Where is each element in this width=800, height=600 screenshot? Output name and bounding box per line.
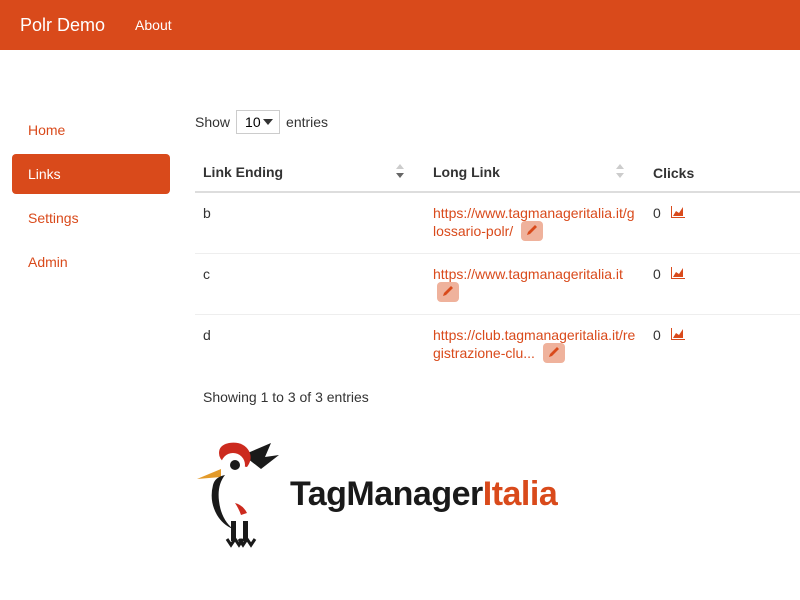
show-prefix: Show xyxy=(195,114,230,130)
show-suffix: entries xyxy=(286,114,328,130)
chart-icon xyxy=(671,327,685,343)
long-link-anchor[interactable]: https://www.tagmanageritalia.it xyxy=(433,266,623,282)
pencil-icon xyxy=(548,345,560,361)
footer-logo: TagManagerItalia xyxy=(195,419,800,549)
col-clicks[interactable]: Clicks xyxy=(645,154,800,192)
table-row: c https://www.tagmanageritalia.it 0 xyxy=(195,254,800,315)
logo-part2: Italia xyxy=(483,475,557,513)
sort-icon xyxy=(615,164,625,181)
sidebar-item-settings[interactable]: Settings xyxy=(12,198,170,238)
cell-long-link: https://club.tagmanageritalia.it/registr… xyxy=(425,315,645,376)
col-long-link[interactable]: Long Link xyxy=(425,154,645,192)
stats-button[interactable] xyxy=(671,327,685,343)
col-long-link-label: Long Link xyxy=(433,164,500,180)
woodpecker-icon xyxy=(195,439,290,549)
logo-part1: TagManager xyxy=(290,475,483,513)
long-link-anchor[interactable]: https://club.tagmanageritalia.it/registr… xyxy=(433,327,635,361)
cell-ending: b xyxy=(195,192,425,254)
table-row: dhttps://club.tagmanageritalia.it/regist… xyxy=(195,315,800,376)
cell-long-link: https://www.tagmanageritalia.it/glossari… xyxy=(425,192,645,254)
edit-link-button[interactable] xyxy=(543,343,565,363)
table-info: Showing 1 to 3 of 3 entries xyxy=(195,375,800,419)
cell-clicks: 0 xyxy=(645,192,800,254)
sidebar-item-links[interactable]: Links xyxy=(12,154,170,194)
chart-icon xyxy=(671,205,685,221)
cell-ending: c xyxy=(195,254,425,315)
edit-link-button[interactable] xyxy=(437,282,459,302)
sidebar: Home Links Settings Admin xyxy=(0,110,170,549)
col-clicks-label: Clicks xyxy=(653,165,694,181)
stats-button[interactable] xyxy=(671,205,685,221)
cell-clicks: 0 xyxy=(645,254,800,315)
nav-about[interactable]: About xyxy=(135,17,172,33)
table-row: bhttps://www.tagmanageritalia.it/glossar… xyxy=(195,192,800,254)
navbar: Polr Demo About xyxy=(0,0,800,50)
cell-ending: d xyxy=(195,315,425,376)
chart-icon xyxy=(671,266,685,282)
links-table: Link Ending Long Link Clicks xyxy=(195,154,800,375)
edit-link-button[interactable] xyxy=(521,221,543,241)
pencil-icon xyxy=(442,284,454,300)
sidebar-item-admin[interactable]: Admin xyxy=(12,242,170,282)
sidebar-item-home[interactable]: Home xyxy=(12,110,170,150)
col-link-ending-label: Link Ending xyxy=(203,164,283,180)
cell-clicks: 0 xyxy=(645,315,800,376)
length-control: Show 10 entries xyxy=(195,110,800,134)
sort-icon xyxy=(395,164,405,181)
col-link-ending[interactable]: Link Ending xyxy=(195,154,425,192)
cell-long-link: https://www.tagmanageritalia.it xyxy=(425,254,645,315)
brand[interactable]: Polr Demo xyxy=(20,15,105,36)
page-length-select[interactable]: 10 xyxy=(236,110,280,134)
pencil-icon xyxy=(526,223,538,239)
stats-button[interactable] xyxy=(671,266,685,282)
main-panel: Show 10 entries Link Ending Long Link xyxy=(170,110,800,549)
logo-text: TagManagerItalia xyxy=(290,475,557,514)
